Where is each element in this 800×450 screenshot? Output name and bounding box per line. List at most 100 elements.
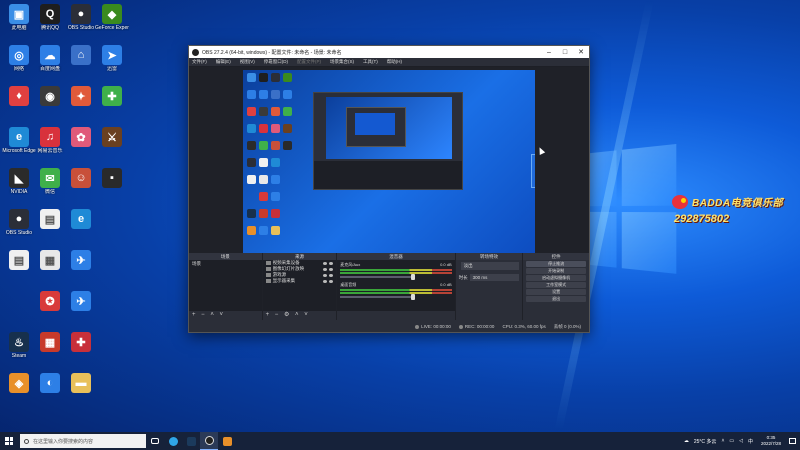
close-icon[interactable]: ✕ <box>573 48 589 56</box>
volume-icon[interactable]: ◁ <box>739 438 743 444</box>
desktop-icon[interactable]: ▬ <box>64 373 98 394</box>
settings-button[interactable]: 设置 <box>526 289 586 295</box>
menu-scene-collection[interactable]: 场景集合(S) <box>330 59 354 65</box>
lock-icon[interactable] <box>329 273 334 277</box>
desktop-icon-label: OBS Studio <box>5 230 33 236</box>
taskbar-app[interactable] <box>218 432 236 450</box>
tray-overflow-icon[interactable]: ˄ <box>721 438 724 444</box>
desktop-icon[interactable]: ◎ 网络 <box>2 45 36 72</box>
desktop-icon[interactable]: ◣ NVIDIA <box>2 168 36 195</box>
steam-icon <box>186 436 196 446</box>
network-icon[interactable]: ▭ <box>729 438 734 444</box>
taskbar-edge[interactable] <box>164 432 182 450</box>
menu-view[interactable]: 视图(V) <box>240 59 255 65</box>
desktop-icon[interactable]: ➤ 迅雷 <box>95 45 129 72</box>
desktop-icon[interactable]: ✪ <box>33 291 67 312</box>
desktop-icon[interactable]: ✚ <box>64 332 98 353</box>
menu-profile[interactable]: 配置文件(P) <box>297 59 321 65</box>
desktop-icon[interactable]: ☁ 百度网盘 <box>33 45 67 72</box>
desktop-icon[interactable]: ✦ <box>64 86 98 107</box>
exit-button[interactable]: 退出 <box>526 296 586 302</box>
menu-edit[interactable]: 编辑(E) <box>216 59 231 65</box>
menu-tools[interactable]: 工具(T) <box>363 59 378 65</box>
volume-slider[interactable] <box>340 294 416 300</box>
start-button[interactable] <box>0 432 18 450</box>
desktop-icon[interactable]: ♫ 网易云音乐 <box>33 127 67 154</box>
obs-title-bar[interactable]: OBS 27.2.4 (64-bit, windows) - 配置文件: 未命名… <box>189 46 589 58</box>
start-recording-button[interactable]: 开始录制 <box>526 268 586 274</box>
eye-icon[interactable] <box>323 267 328 271</box>
desktop-icon[interactable]: ✈ <box>64 250 98 271</box>
menu-file[interactable]: 文件(F) <box>192 59 207 65</box>
desktop-icon[interactable]: ✉ 微信 <box>33 168 67 195</box>
app-icon: ◉ <box>40 86 60 106</box>
desktop-icon[interactable]: ▦ <box>33 332 67 353</box>
taskbar-obs[interactable] <box>200 432 218 450</box>
desktop-icon[interactable]: ▪ <box>95 168 129 189</box>
preview-desktop-icon <box>271 90 280 99</box>
lock-icon[interactable] <box>329 267 334 271</box>
source-item[interactable]: 显示器采集 <box>263 278 337 284</box>
eye-icon[interactable] <box>323 279 328 283</box>
desktop-icon[interactable]: ◉ <box>33 86 67 107</box>
desktop-icon[interactable]: ✚ <box>95 86 129 107</box>
menu-help[interactable]: 帮助(H) <box>387 59 402 65</box>
desktop-icon[interactable]: ▤ <box>2 250 36 271</box>
desktop-icon[interactable]: ◆GeForce Experience <box>95 4 129 31</box>
desktop-icon[interactable]: ☺ <box>64 168 98 189</box>
desktop-icon[interactable]: ● OBS Studio <box>64 4 98 31</box>
desktop-icon[interactable]: ● OBS Studio <box>2 209 36 236</box>
scene-item[interactable]: 场景 <box>189 260 262 268</box>
eye-icon[interactable] <box>323 261 328 265</box>
volume-slider[interactable] <box>340 274 416 280</box>
scenes-toolbar[interactable]: + − ˄ ˅ <box>189 311 262 320</box>
obs-window[interactable]: OBS 27.2.4 (64-bit, windows) - 配置文件: 未命名… <box>188 45 590 333</box>
desktop-icon[interactable]: e <box>64 209 98 230</box>
notification-icon[interactable] <box>789 438 796 444</box>
virtual-camera-button[interactable]: 启动虚拟摄像机 <box>526 275 586 281</box>
lock-icon[interactable] <box>329 261 334 265</box>
desktop-icon[interactable]: ♨ Steam <box>2 332 36 359</box>
desktop-icon[interactable]: ⌂ <box>64 45 98 66</box>
desktop-icon[interactable]: ▣ 此电脑 <box>2 4 36 31</box>
desktop-icon[interactable]: ▦ <box>33 250 67 271</box>
taskbar-search[interactable]: 在这里输入你要搜索的内容 <box>20 434 146 448</box>
sources-list[interactable]: 视频采集设备 图像幻灯片放映 游戏源 显示器采集 <box>262 260 337 311</box>
desktop-icon[interactable]: ◐ <box>33 373 67 394</box>
clock[interactable]: 0:35 2022/7/28 <box>761 435 781 447</box>
lock-icon[interactable] <box>329 279 334 283</box>
minimize-icon[interactable]: – <box>541 49 557 56</box>
weather-icon[interactable]: ☁ <box>684 438 689 444</box>
taskbar-steam[interactable] <box>182 432 200 450</box>
desktop-icon[interactable]: ◈ <box>2 373 36 394</box>
stop-streaming-button[interactable]: 停止推流 <box>526 261 586 267</box>
app-icon <box>222 436 232 446</box>
weather-text[interactable]: 25°C 多云 <box>694 438 717 445</box>
studio-mode-button[interactable]: 工作室模式 <box>526 282 586 288</box>
sources-toolbar[interactable]: + − ⚙ ˄ ˅ <box>263 311 337 320</box>
task-view-button[interactable] <box>146 432 164 450</box>
preview-canvas[interactable]: BADDA电竞俱乐部 292875802 <box>243 70 535 256</box>
taskbar: 在这里输入你要搜索的内容 ☁ 25°C 多云 ˄ ▭ ◁ 中 0:35 2022… <box>0 432 800 450</box>
maximize-icon[interactable]: □ <box>557 49 573 56</box>
desktop-icon[interactable]: ✿ <box>64 127 98 148</box>
app-icon: ▦ <box>40 332 60 352</box>
mixer-channels: 麦克风/Aux 0.0 dB 桌面音频 0.0 dB <box>337 260 455 311</box>
game-icon: ⚔ <box>102 127 122 147</box>
desktop-icon[interactable]: ♦ <box>2 86 36 107</box>
desktop-icon[interactable]: ⚔ <box>95 127 129 148</box>
transition-select[interactable]: 淡出 <box>460 262 520 270</box>
duration-input[interactable]: 300 ms <box>469 274 520 281</box>
ime-icon[interactable]: 中 <box>748 438 753 445</box>
desktop-icon[interactable]: ✈ <box>64 291 98 312</box>
preview-desktop-icon <box>271 175 280 184</box>
mixer-channel: 麦克风/Aux 0.0 dB <box>340 262 452 280</box>
search-placeholder: 在这里输入你要搜索的内容 <box>33 438 94 445</box>
scenes-list[interactable]: 场景 <box>189 260 262 311</box>
preview-area[interactable]: BADDA电竞俱乐部 292875802 未选择源 属性 滤镜 <box>189 67 589 283</box>
eye-icon[interactable] <box>323 273 328 277</box>
desktop-icon[interactable]: ▤ <box>33 209 67 230</box>
desktop-icon[interactable]: e Microsoft Edge <box>2 127 36 154</box>
desktop-icon[interactable]: Q 腾讯QQ <box>33 4 67 31</box>
menu-docks[interactable]: 停靠窗口(D) <box>264 59 288 65</box>
